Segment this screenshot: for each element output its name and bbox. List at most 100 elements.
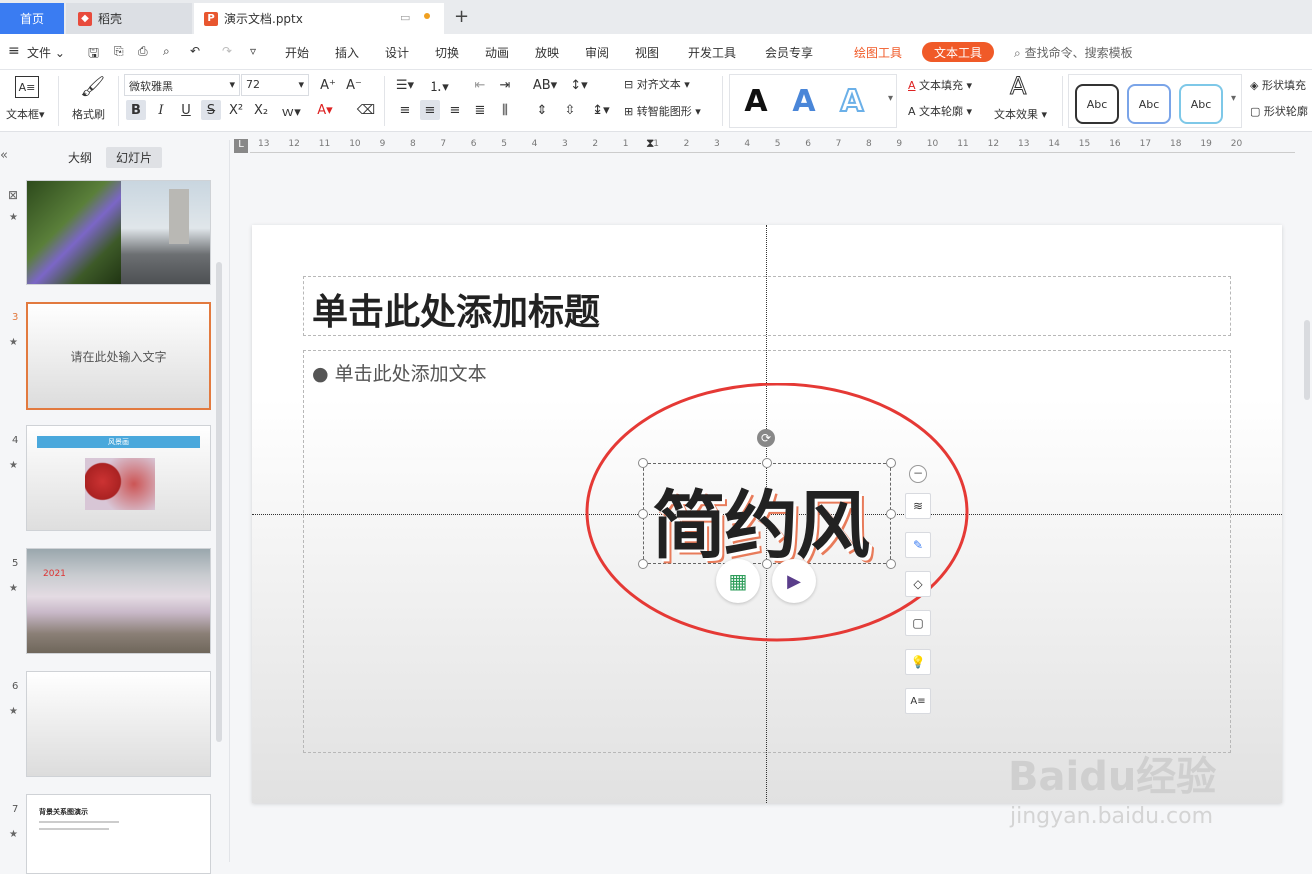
- font-size-select[interactable]: 72 ▾: [241, 74, 309, 96]
- tab-stop-icon[interactable]: L: [234, 139, 248, 153]
- line-spacing-icon[interactable]: ⇕: [532, 100, 552, 120]
- strikethrough-button[interactable]: S: [201, 100, 221, 120]
- menu-text-tools[interactable]: 文本工具: [922, 42, 995, 62]
- para-spacing-icon[interactable]: ⇳: [560, 100, 580, 120]
- tab-document[interactable]: P 演示文档.pptx ▭: [194, 3, 444, 34]
- slide-thumbnail-4[interactable]: 风景画: [26, 425, 211, 531]
- menu-design[interactable]: 设计: [385, 44, 409, 61]
- bold-button[interactable]: B: [126, 100, 146, 120]
- align-right-icon[interactable]: ≡: [445, 100, 465, 120]
- resize-handle[interactable]: [638, 509, 648, 519]
- resize-handle[interactable]: [886, 559, 896, 569]
- preview-icon[interactable]: ⌕: [163, 44, 170, 59]
- save-icon[interactable]: 🖫: [88, 44, 99, 66]
- sort-icon[interactable]: ↕▾: [566, 75, 592, 95]
- phonetic-icon[interactable]: ｗ▾: [278, 100, 304, 120]
- spacing-menu-icon[interactable]: ↨▾: [588, 100, 614, 120]
- text-style-black[interactable]: A: [736, 81, 776, 121]
- textbox-button[interactable]: 文本框 ▾: [6, 106, 45, 122]
- redo-icon[interactable]: ↷: [222, 44, 232, 58]
- align-center-icon[interactable]: ≡: [420, 100, 440, 120]
- slide-thumbnail-3[interactable]: 请在此处输入文字: [26, 302, 211, 410]
- decrease-font-icon[interactable]: A⁻: [344, 75, 364, 95]
- text-outline-button[interactable]: A 文本轮廓 ▾: [908, 103, 972, 119]
- hamburger-icon[interactable]: ≡: [8, 43, 20, 59]
- shape-fill-button[interactable]: ◈ 形状填充: [1250, 77, 1306, 93]
- menu-insert[interactable]: 插入: [335, 44, 359, 61]
- slide-thumbnail-5[interactable]: 2021: [26, 548, 211, 654]
- resize-handle[interactable]: [638, 458, 648, 468]
- idea-button[interactable]: 💡: [905, 649, 931, 675]
- resize-handle[interactable]: [762, 559, 772, 569]
- clear-format-icon[interactable]: ⌫: [356, 100, 376, 120]
- undo-icon[interactable]: ↶: [190, 44, 200, 58]
- slide-canvas[interactable]: 单击此处添加标题 ● 单击此处添加文本 简约风 ⟳ ▦ ▶ − ≋ ✎ ◇ ▢ …: [252, 225, 1282, 803]
- title-placeholder[interactable]: 单击此处添加标题: [303, 276, 1231, 336]
- collapse-panel-icon[interactable]: «: [0, 148, 8, 163]
- increase-indent-icon[interactable]: ⇥: [495, 75, 515, 95]
- brush-button[interactable]: ✎: [905, 532, 931, 558]
- font-color-button[interactable]: A▾: [312, 100, 338, 120]
- text-style-blue[interactable]: A: [784, 81, 824, 121]
- shape-gallery-more-icon[interactable]: ▾: [1231, 93, 1236, 104]
- gallery-more-icon[interactable]: ▾: [888, 93, 893, 104]
- menu-animation[interactable]: 动画: [485, 44, 509, 61]
- print-icon[interactable]: ⎙: [138, 44, 148, 59]
- resize-handle[interactable]: [886, 458, 896, 468]
- search-box[interactable]: ⌕ 查找命令、搜索模板: [1014, 44, 1133, 61]
- insert-video-button[interactable]: ▶: [772, 559, 816, 603]
- outline-button[interactable]: ▢: [905, 610, 931, 636]
- resize-handle[interactable]: [886, 509, 896, 519]
- font-name-select[interactable]: 微软雅黑 ▾: [124, 74, 240, 96]
- shape-style-3[interactable]: Abc: [1179, 84, 1223, 124]
- format-painter-button[interactable]: 格式刷: [72, 106, 105, 122]
- text-effect-button[interactable]: 文本效果 ▾: [994, 106, 1047, 122]
- distribute-icon[interactable]: ⫼: [495, 100, 515, 120]
- resize-handle[interactable]: [638, 559, 648, 569]
- slide-thumbnail-7[interactable]: 背景关系图演示: [26, 794, 211, 874]
- shape-style-1[interactable]: Abc: [1075, 84, 1119, 124]
- slide-thumbnail-6[interactable]: [26, 671, 211, 777]
- align-left-icon[interactable]: ≡: [395, 100, 415, 120]
- outline-tab[interactable]: 大纲: [68, 149, 92, 166]
- menu-start[interactable]: 开始: [285, 44, 309, 61]
- collapse-toolbar-icon[interactable]: −: [909, 465, 927, 483]
- increase-font-icon[interactable]: A⁺: [318, 75, 338, 95]
- smart-shape-button[interactable]: ⊞ 转智能图形 ▾: [624, 103, 701, 119]
- customize-icon[interactable]: ▿: [250, 44, 256, 58]
- slides-tab[interactable]: 幻灯片: [106, 147, 163, 168]
- slide-thumbnail-2[interactable]: [26, 180, 211, 285]
- tab-home[interactable]: 首页: [0, 3, 64, 34]
- text-effect-icon[interactable]: A: [1009, 72, 1026, 101]
- italic-button[interactable]: I: [151, 100, 171, 120]
- export-icon[interactable]: ⎘: [114, 44, 124, 59]
- subscript-button[interactable]: X₂: [251, 100, 271, 120]
- sidebar-scrollbar[interactable]: [216, 262, 222, 742]
- text-style-outline[interactable]: A: [832, 81, 872, 121]
- layers-button[interactable]: ≋: [905, 493, 931, 519]
- numbered-list-icon[interactable]: ⒈▾: [426, 75, 452, 95]
- menu-file[interactable]: 文件 ⌄: [27, 44, 65, 61]
- justify-icon[interactable]: ≣: [470, 100, 490, 120]
- horizontal-ruler[interactable]: L ⧗ 13 12 11 10 9 8 7 6 5 4 3 2 1 1 2 3 4 5 6 7 8 9 10 11 12 13 14…: [232, 136, 1312, 156]
- insert-table-button[interactable]: ▦: [716, 559, 760, 603]
- text-fill-button[interactable]: A 文本填充 ▾: [908, 77, 972, 93]
- screen-icon[interactable]: ▭: [400, 11, 410, 24]
- text-direction-icon[interactable]: AB▾: [532, 75, 558, 95]
- decrease-indent-icon[interactable]: ⇤: [470, 75, 490, 95]
- text-select-button[interactable]: A≡: [905, 688, 931, 714]
- shape-outline-button[interactable]: ▢ 形状轮廓: [1250, 103, 1308, 119]
- menu-review[interactable]: 审阅: [585, 44, 609, 61]
- shape-style-2[interactable]: Abc: [1127, 84, 1171, 124]
- menu-drawing-tools[interactable]: 绘图工具: [854, 44, 902, 61]
- format-painter-icon[interactable]: 🖌: [80, 74, 105, 98]
- menu-transition[interactable]: 切换: [435, 44, 459, 61]
- align-text-button[interactable]: ⊟ 对齐文本 ▾: [624, 76, 690, 92]
- textbox-icon[interactable]: A≡: [15, 76, 39, 98]
- art-textbox[interactable]: 简约风: [643, 463, 891, 569]
- menu-view[interactable]: 视图: [635, 44, 659, 61]
- tab-daoke[interactable]: ◆ 稻壳: [66, 3, 192, 34]
- canvas-scrollbar[interactable]: [1304, 320, 1310, 400]
- bullet-list-icon[interactable]: ☰▾: [392, 75, 418, 95]
- menu-developer[interactable]: 开发工具: [688, 44, 736, 61]
